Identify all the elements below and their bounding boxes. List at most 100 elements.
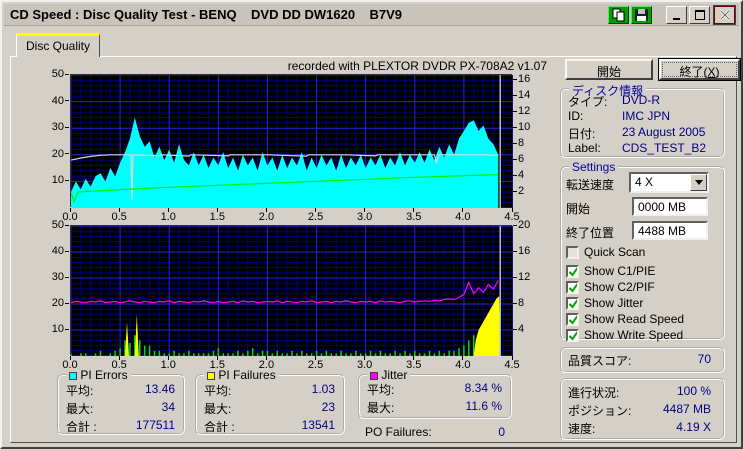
maximize-button[interactable]	[689, 6, 710, 24]
speed-label: 転送速度	[566, 178, 615, 192]
copy-icon	[612, 8, 625, 22]
y-axis-right-label: 6	[518, 153, 525, 166]
checkbox-box-show-c1-pie[interactable]	[566, 264, 579, 278]
pi-errors-total-label: 合計 :	[66, 420, 97, 434]
checkbox-show-jitter[interactable]: Show Jitter	[566, 296, 643, 310]
exit-button[interactable]: 終了(X)	[658, 58, 741, 81]
x-axis-tick	[69, 356, 71, 360]
y-axis-left-tick	[65, 100, 69, 102]
y-axis-right-tick	[513, 174, 517, 176]
x-axis-label: 3.5	[406, 359, 422, 371]
checkbox-label-show-c2-pif: Show C2/PIF	[584, 280, 655, 294]
checkbox-label-show-read-speed: Show Read Speed	[584, 312, 685, 326]
speed-current-value: 4.19 X	[676, 420, 711, 434]
close-button[interactable]	[713, 5, 736, 25]
check-icon	[568, 266, 577, 277]
quality-score-label: 品質スコア:	[568, 354, 632, 368]
y-axis-left-label: 40	[51, 245, 64, 257]
x-axis-label: 2.5	[307, 359, 324, 371]
checkbox-box-show-write-speed[interactable]	[566, 328, 579, 342]
checkbox-box-show-c2-pif[interactable]	[566, 280, 579, 294]
x-axis-tick	[118, 208, 120, 212]
x-axis-tick	[216, 356, 218, 360]
progress-group: 進行状況: 100 % ポジション: 4487 MB 速度: 4.19 X	[560, 378, 725, 440]
y-axis-left-tick	[65, 302, 69, 304]
x-axis-tick	[265, 208, 267, 212]
checkbox-show-read-speed[interactable]: Show Read Speed	[566, 312, 684, 326]
position-value: 4487 MB	[662, 402, 711, 416]
scan-end-input[interactable]: 4488 MB	[632, 221, 708, 240]
x-axis-label: 1.5	[209, 211, 225, 223]
progress-label: 進行状況:	[568, 386, 620, 400]
scan-start-input[interactable]: 0000 MB	[632, 197, 708, 216]
checkbox-show-write-speed[interactable]: Show Write Speed	[566, 328, 683, 342]
speed-dropdown[interactable]: 4 X	[629, 172, 709, 193]
jitter-max-value: 11.6 %	[465, 399, 502, 413]
x-axis-tick	[69, 208, 71, 212]
maximize-icon	[694, 10, 705, 20]
y-axis-right-label: 16	[518, 73, 531, 86]
x-axis-tick	[167, 356, 169, 360]
checkbox-quick-scan[interactable]: Quick Scan	[566, 245, 645, 259]
start-button[interactable]: 開始	[565, 59, 653, 80]
x-axis-label: 4.0	[455, 359, 471, 371]
tab-disc-quality[interactable]: Disc Quality	[16, 33, 100, 57]
x-axis-label: 0.5	[111, 211, 127, 223]
checkbox-box-show-jitter[interactable]	[566, 296, 579, 310]
x-axis-label: 2.5	[307, 211, 324, 223]
checkbox-show-c1-pie[interactable]: Show C1/PIE	[566, 264, 655, 278]
settings-title: Settings	[569, 160, 619, 174]
copy-button[interactable]	[608, 6, 629, 24]
speed-dropdown-button[interactable]	[690, 174, 707, 191]
y-axis-right-tick	[513, 328, 517, 330]
disc-info-group: ディスク情報 タイプ: DVD-R ID: IMC JPN 日付: 23 Aug…	[560, 82, 725, 158]
y-axis-left-label: 10	[51, 323, 64, 335]
x-axis-tick	[462, 208, 464, 212]
x-axis-label: 2.0	[258, 359, 275, 371]
pi-errors-total-value: 177511	[135, 418, 175, 432]
chevron-down-icon	[694, 180, 703, 185]
pi-failures-avg-value: 1.03	[311, 382, 335, 396]
checkbox-label-show-jitter: Show Jitter	[584, 296, 644, 310]
jitter-avg-value: 8.34 %	[464, 381, 502, 395]
checkbox-box-quick-scan[interactable]	[566, 245, 579, 259]
save-button[interactable]	[631, 6, 652, 24]
disc-label-label: Label:	[568, 141, 601, 155]
x-axis-tick	[167, 208, 169, 212]
y-axis-right-tick	[513, 158, 517, 160]
speed-current-label: 速度:	[568, 422, 596, 436]
titlebar: CD Speed : Disc Quality Test - BENQ DVD …	[4, 4, 739, 26]
tab-label: Disc Quality	[25, 39, 90, 53]
x-axis-label: 3.0	[357, 211, 373, 223]
y-axis-right-tick	[513, 142, 517, 144]
y-axis-left-tick	[65, 250, 69, 252]
po-failures-value: 0	[498, 425, 505, 439]
minimize-button[interactable]	[666, 6, 687, 24]
pi-errors-max-value: 34	[161, 400, 175, 414]
y-axis-right-tick	[513, 224, 517, 226]
pi-errors-graph	[70, 74, 514, 209]
x-axis-tick	[462, 356, 464, 360]
y-axis-left-tick	[65, 328, 69, 330]
checkbox-box-show-read-speed[interactable]	[566, 312, 579, 326]
x-axis-tick	[118, 356, 120, 360]
pi-failures-max-label: 最大:	[204, 402, 232, 416]
scan-end-label: 終了位置	[566, 226, 615, 240]
y-axis-right-tick	[513, 126, 517, 128]
y-axis-left-label: 30	[51, 121, 64, 134]
start-button-label: 開始	[596, 65, 621, 79]
y-axis-right-tick	[513, 94, 517, 96]
checkbox-show-c2-pif[interactable]: Show C2/PIF	[566, 280, 655, 294]
disc-label-value: CDS_TEST_B2	[622, 141, 707, 155]
recorded-with-text: recorded with PLEXTOR DVDR PX-708A2 v1.0…	[287, 59, 547, 73]
y-axis-right-label: 14	[518, 89, 531, 102]
disc-date-label: 日付:	[568, 127, 596, 141]
y-axis-right-label: 16	[518, 245, 531, 257]
y-axis-left-tick	[65, 126, 69, 128]
y-axis-right-label: 2	[518, 185, 525, 198]
y-axis-right-label: 8	[518, 297, 525, 309]
jitter-stats-box: Jitter 平均: 8.34 % 最大: 11.6 %	[358, 368, 512, 419]
quality-score-value: 70	[697, 352, 711, 366]
x-axis-tick	[216, 208, 218, 212]
window-title: CD Speed : Disc Quality Test - BENQ DVD …	[10, 7, 403, 22]
